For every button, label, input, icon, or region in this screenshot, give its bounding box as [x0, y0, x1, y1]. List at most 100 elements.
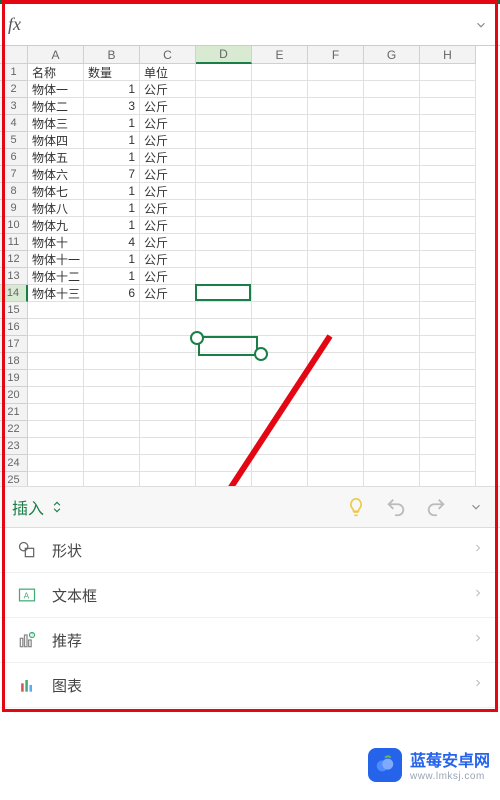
cell[interactable]: 公斤 [140, 166, 196, 183]
cell[interactable] [308, 285, 364, 302]
cell[interactable] [420, 98, 476, 115]
cell[interactable]: 物体一 [28, 81, 84, 98]
cell[interactable] [252, 217, 308, 234]
cell[interactable] [28, 336, 84, 353]
cell[interactable] [364, 251, 420, 268]
cell[interactable] [420, 285, 476, 302]
cell[interactable]: 公斤 [140, 98, 196, 115]
cell[interactable]: 公斤 [140, 217, 196, 234]
cell[interactable] [308, 353, 364, 370]
cell[interactable] [364, 200, 420, 217]
cell[interactable]: 数量 [84, 64, 140, 81]
column-header-A[interactable]: A [28, 46, 84, 64]
undo-button[interactable] [384, 495, 408, 519]
cell[interactable] [308, 268, 364, 285]
cell[interactable] [196, 472, 252, 486]
cell[interactable] [252, 64, 308, 81]
menu-item-shapes[interactable]: 形状 [0, 528, 500, 573]
cell[interactable] [196, 404, 252, 421]
cell[interactable] [420, 268, 476, 285]
cell[interactable] [364, 217, 420, 234]
cell[interactable]: 公斤 [140, 234, 196, 251]
cell[interactable] [28, 472, 84, 486]
cell[interactable] [308, 336, 364, 353]
cell[interactable] [196, 370, 252, 387]
cell[interactable] [252, 302, 308, 319]
cell[interactable]: 物体二 [28, 98, 84, 115]
cell[interactable] [196, 438, 252, 455]
cell[interactable] [252, 149, 308, 166]
cell[interactable] [364, 404, 420, 421]
cell[interactable] [196, 166, 252, 183]
cell[interactable] [420, 336, 476, 353]
cell[interactable]: 1 [84, 183, 140, 200]
column-header-D[interactable]: D [196, 46, 252, 64]
menu-item-recommend[interactable]: ?推荐 [0, 618, 500, 663]
cell[interactable]: 物体四 [28, 132, 84, 149]
column-header-C[interactable]: C [140, 46, 196, 64]
cell[interactable]: 物体七 [28, 183, 84, 200]
column-header-B[interactable]: B [84, 46, 140, 64]
row-header[interactable]: 5 [0, 132, 28, 149]
cell[interactable] [364, 81, 420, 98]
cell[interactable] [420, 472, 476, 486]
row-header[interactable]: 6 [0, 149, 28, 166]
cell[interactable] [140, 319, 196, 336]
cell[interactable] [420, 64, 476, 81]
cell[interactable] [28, 302, 84, 319]
row-header[interactable]: 1 [0, 64, 28, 81]
cell[interactable]: 1 [84, 115, 140, 132]
cell[interactable] [364, 336, 420, 353]
cell[interactable] [420, 200, 476, 217]
cell[interactable]: 4 [84, 234, 140, 251]
row-header[interactable]: 22 [0, 421, 28, 438]
cell[interactable] [308, 387, 364, 404]
cell[interactable] [364, 353, 420, 370]
cell[interactable] [364, 455, 420, 472]
row-header[interactable]: 9 [0, 200, 28, 217]
row-header[interactable]: 10 [0, 217, 28, 234]
floating-shape-selection[interactable] [190, 331, 268, 361]
cell[interactable]: 7 [84, 166, 140, 183]
tell-me-button[interactable] [344, 495, 368, 519]
cell[interactable] [308, 64, 364, 81]
cell[interactable] [196, 183, 252, 200]
cell[interactable] [308, 455, 364, 472]
cell[interactable] [196, 302, 252, 319]
cell[interactable]: 物体十一 [28, 251, 84, 268]
cell[interactable] [364, 421, 420, 438]
cell[interactable] [84, 404, 140, 421]
cell[interactable] [308, 319, 364, 336]
cell[interactable] [196, 217, 252, 234]
row-header[interactable]: 11 [0, 234, 28, 251]
shape-rectangle[interactable] [198, 336, 258, 356]
cell[interactable] [364, 234, 420, 251]
cell[interactable] [196, 234, 252, 251]
cell[interactable] [28, 455, 84, 472]
cell[interactable] [252, 285, 308, 302]
cell[interactable] [364, 115, 420, 132]
cell[interactable] [308, 438, 364, 455]
row-header[interactable]: 15 [0, 302, 28, 319]
cell[interactable] [364, 166, 420, 183]
cell[interactable] [28, 404, 84, 421]
cell[interactable] [364, 268, 420, 285]
cell[interactable] [252, 370, 308, 387]
cell[interactable]: 6 [84, 285, 140, 302]
cell[interactable]: 3 [84, 98, 140, 115]
cell[interactable] [196, 200, 252, 217]
cell[interactable] [28, 387, 84, 404]
column-header-F[interactable]: F [308, 46, 364, 64]
cell[interactable] [84, 455, 140, 472]
spreadsheet[interactable]: ABCDEFGH1名称数量单位2物体一1公斤3物体二3公斤4物体三1公斤5物体四… [0, 46, 500, 486]
cell[interactable] [308, 115, 364, 132]
cell[interactable] [420, 251, 476, 268]
cell[interactable] [364, 438, 420, 455]
cell[interactable]: 公斤 [140, 81, 196, 98]
cell[interactable] [196, 64, 252, 81]
cell[interactable] [420, 404, 476, 421]
cell[interactable] [308, 183, 364, 200]
cell[interactable] [308, 302, 364, 319]
cell[interactable] [420, 353, 476, 370]
row-header[interactable]: 4 [0, 115, 28, 132]
